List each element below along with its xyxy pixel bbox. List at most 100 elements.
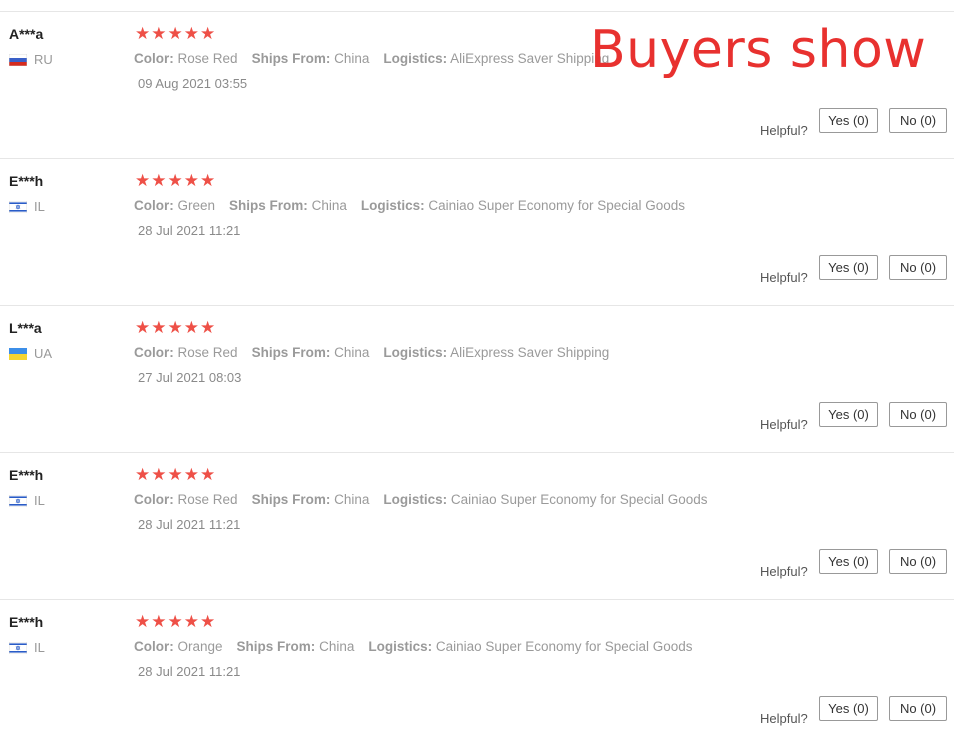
reviewer-country: IL [9, 493, 45, 508]
color-value: Rose Red [177, 51, 238, 66]
logistics-value: Cainiao Super Economy for Special Goods [428, 198, 686, 213]
star-icon: ★ [200, 465, 216, 484]
review-item: E***h IL ★ ★ ★ ★ ★ Color: Orange Ships From: Chi… [0, 599, 954, 746]
reviewer-country: RU [9, 52, 53, 67]
star-icon: ★ [151, 171, 167, 190]
review-date: 28 Jul 2021 11:21 [138, 223, 241, 238]
helpful-no-button[interactable]: No (0) [889, 255, 947, 280]
star-icon: ★ [167, 171, 183, 190]
ships-from-label: Ships From: [251, 51, 331, 66]
order-details: Color: Rose Red Ships From: China Logistic… [134, 345, 623, 360]
reviewer-country: IL [9, 640, 45, 655]
logistics-value: AliExpress Saver Shipping [450, 51, 610, 66]
helpful-yes-button[interactable]: Yes (0) [819, 696, 878, 721]
country-code: IL [34, 493, 45, 508]
star-rating: ★ ★ ★ ★ ★ [135, 25, 215, 43]
star-rating: ★ ★ ★ ★ ★ [135, 613, 215, 631]
reviewer-name: E***h [9, 614, 44, 630]
ships-from-label: Ships From: [251, 492, 331, 507]
helpful-yes-button[interactable]: Yes (0) [819, 402, 878, 427]
color-value: Rose Red [177, 492, 238, 507]
star-icon: ★ [183, 612, 199, 631]
review-item: E***h IL ★ ★ ★ ★ ★ Color: Rose Red Ships From: C… [0, 452, 954, 599]
helpful-yes-button[interactable]: Yes (0) [819, 255, 878, 280]
logistics-label: Logistics: [368, 639, 433, 654]
star-icon: ★ [183, 465, 199, 484]
star-icon: ★ [151, 465, 167, 484]
helpful-no-button[interactable]: No (0) [889, 696, 947, 721]
reviewer-name: L***a [9, 320, 42, 336]
helpful-label: Helpful? [760, 270, 808, 285]
ships-from-label: Ships From: [251, 345, 331, 360]
ships-from-label: Ships From: [236, 639, 316, 654]
helpful-no-button[interactable]: No (0) [889, 402, 947, 427]
star-icon: ★ [151, 318, 167, 337]
color-label: Color: [134, 51, 174, 66]
review-item: E***h IL ★ ★ ★ ★ ★ Color: Green Ships From: Chin… [0, 158, 954, 305]
country-code: UA [34, 346, 53, 361]
logistics-value: Cainiao Super Economy for Special Goods [435, 639, 693, 654]
review-item: L***a UA ★ ★ ★ ★ ★ Color: Rose Red Ships From: C… [0, 305, 954, 452]
helpful-yes-button[interactable]: Yes (0) [819, 108, 878, 133]
color-value: Orange [177, 639, 223, 654]
star-icon: ★ [167, 24, 183, 43]
star-rating: ★ ★ ★ ★ ★ [135, 319, 215, 337]
review-date: 09 Aug 2021 03:55 [138, 76, 248, 91]
star-rating: ★ ★ ★ ★ ★ [135, 172, 215, 190]
helpful-label: Helpful? [760, 711, 808, 726]
star-icon: ★ [183, 318, 199, 337]
ships-from-label: Ships From: [229, 198, 308, 213]
star-icon: ★ [135, 24, 151, 43]
logistics-label: Logistics: [383, 51, 448, 66]
ukraine-flag-icon [9, 347, 27, 360]
reviewer-name: E***h [9, 173, 44, 189]
color-value: Green [177, 198, 216, 213]
order-details: Color: Rose Red Ships From: China Logistic… [134, 492, 722, 507]
logistics-label: Logistics: [383, 345, 448, 360]
star-icon: ★ [135, 318, 151, 337]
helpful-label: Helpful? [760, 123, 808, 138]
color-label: Color: [134, 345, 174, 360]
star-icon: ★ [135, 465, 151, 484]
star-icon: ★ [200, 612, 216, 631]
helpful-no-button[interactable]: No (0) [889, 108, 947, 133]
star-icon: ★ [200, 171, 216, 190]
star-icon: ★ [167, 465, 183, 484]
color-label: Color: [134, 198, 174, 213]
israel-flag-icon [9, 494, 27, 507]
reviewer-name: E***h [9, 467, 44, 483]
star-icon: ★ [167, 318, 183, 337]
ships-from-value: China [334, 345, 370, 360]
logistics-label: Logistics: [360, 198, 425, 213]
reviewer-name: A***a [9, 26, 44, 42]
order-details: Color: Rose Red Ships From: China Logistic… [134, 51, 623, 66]
star-rating: ★ ★ ★ ★ ★ [135, 466, 215, 484]
star-icon: ★ [135, 612, 151, 631]
color-value: Rose Red [177, 345, 238, 360]
country-code: IL [34, 640, 45, 655]
star-icon: ★ [200, 318, 216, 337]
reviewer-country: UA [9, 346, 52, 361]
logistics-value: AliExpress Saver Shipping [450, 345, 610, 360]
order-details: Color: Orange Ships From: China Logistics:… [134, 639, 707, 654]
russia-flag-icon [9, 53, 27, 66]
color-label: Color: [134, 492, 174, 507]
country-code: RU [34, 52, 53, 67]
helpful-label: Helpful? [760, 417, 808, 432]
ships-from-value: China [311, 198, 347, 213]
star-icon: ★ [151, 24, 167, 43]
color-label: Color: [134, 639, 174, 654]
helpful-no-button[interactable]: No (0) [889, 549, 947, 574]
star-icon: ★ [135, 171, 151, 190]
star-icon: ★ [183, 24, 199, 43]
helpful-yes-button[interactable]: Yes (0) [819, 549, 878, 574]
helpful-label: Helpful? [760, 564, 808, 579]
ships-from-value: China [334, 492, 370, 507]
buyers-show-watermark: Buyers show [590, 20, 927, 80]
logistics-label: Logistics: [383, 492, 448, 507]
country-code: IL [34, 199, 45, 214]
reviewer-country: IL [9, 199, 45, 214]
review-date: 27 Jul 2021 08:03 [138, 370, 242, 385]
order-details: Color: Green Ships From: China Logistics: … [134, 198, 699, 213]
review-date: 28 Jul 2021 11:21 [138, 517, 241, 532]
